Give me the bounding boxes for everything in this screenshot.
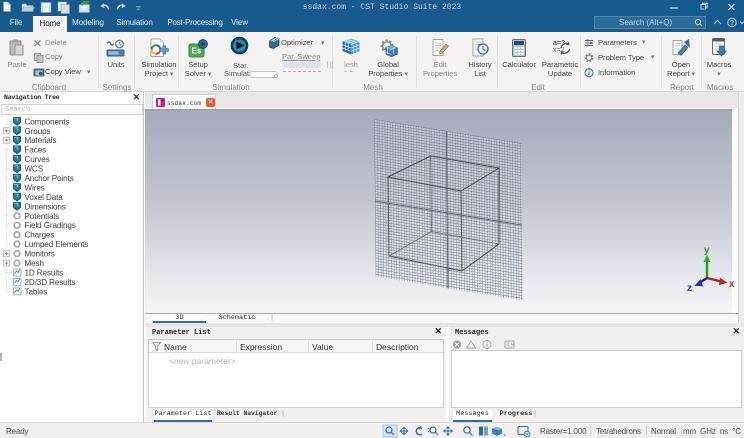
svg-text:x: x	[729, 279, 735, 290]
svg-text:?: ?	[730, 18, 735, 27]
svg-text:Materials: Materials	[25, 136, 57, 145]
svg-text:Voxel Data: Voxel Data	[25, 193, 64, 202]
svg-text:Potentials: Potentials	[25, 212, 60, 221]
svg-text:Lumped Elements: Lumped Elements	[25, 240, 89, 249]
svg-text:Dimensions: Dimensions	[25, 202, 66, 211]
svg-text:Field Gradings: Field Gradings	[25, 221, 76, 230]
svg-text:1D Results: 1D Results	[25, 269, 64, 278]
svg-text:Charges: Charges	[25, 231, 55, 240]
svg-text:Anchor Points: Anchor Points	[25, 174, 74, 183]
svg-text:Groups: Groups	[25, 127, 51, 136]
svg-text:Faces: Faces	[25, 146, 47, 155]
svg-text:2D/3D Results: 2D/3D Results	[25, 278, 76, 287]
svg-text:Tables: Tables	[25, 287, 48, 296]
svg-text:Mesh: Mesh	[25, 259, 44, 268]
svg-text:Wires: Wires	[25, 183, 45, 192]
svg-text:Curves: Curves	[25, 155, 50, 164]
svg-text:WCS: WCS	[25, 165, 44, 174]
svg-text:y: y	[704, 245, 710, 256]
svg-text:Components: Components	[25, 117, 70, 126]
svg-text:z: z	[687, 283, 692, 294]
svg-text:Monitors: Monitors	[25, 250, 55, 259]
